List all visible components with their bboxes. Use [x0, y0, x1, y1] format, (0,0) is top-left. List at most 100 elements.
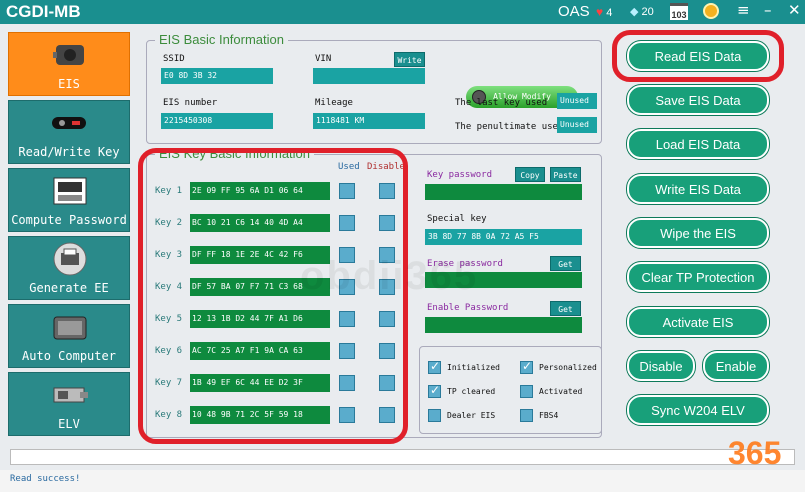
fbs4-label: FBS4: [539, 411, 559, 420]
sidebar-item-auto-computer[interactable]: Auto Computer: [8, 304, 130, 368]
eis-number-label: EIS number: [163, 98, 218, 108]
enable-password-field[interactable]: [425, 317, 582, 333]
oas-label[interactable]: OAS: [558, 3, 590, 20]
eis-basic-title: EIS Basic Information: [155, 32, 288, 47]
key-value-field[interactable]: AC 7C 25 A7 F1 9A CA 63: [190, 342, 330, 360]
key-disable-checkbox[interactable]: [379, 215, 395, 231]
status-bar: [0, 470, 805, 492]
load-eis-data-button[interactable]: Load EIS Data: [627, 129, 769, 159]
disable-button[interactable]: Disable: [627, 351, 695, 381]
key-label: Key 8: [155, 410, 183, 420]
key-label: Key 4: [155, 282, 183, 292]
key-value-field[interactable]: 10 48 9B 71 2C 5F 59 18: [190, 406, 330, 424]
key-disable-checkbox[interactable]: [379, 343, 395, 359]
dealer-eis-checkbox[interactable]: [428, 409, 441, 422]
ssid-label: SSID: [163, 54, 185, 64]
hearts-counter: ♥ 4: [596, 5, 613, 19]
key-password-field[interactable]: [425, 184, 582, 200]
sidebar-item-eis[interactable]: EIS: [8, 32, 130, 96]
keyboard-icon: [50, 175, 90, 207]
vin-label: VIN: [315, 54, 332, 64]
key-password-label: Key password: [427, 170, 493, 180]
copy-button[interactable]: Copy: [515, 167, 545, 182]
key-disable-checkbox[interactable]: [379, 311, 395, 327]
read-eis-data-button[interactable]: Read EIS Data: [627, 41, 769, 71]
wipe-eis-button[interactable]: Wipe the EIS: [627, 218, 769, 248]
close-icon[interactable]: ✕: [788, 1, 801, 19]
key-label: Key 5: [155, 314, 183, 324]
key-used-checkbox[interactable]: [339, 183, 355, 199]
vin-field[interactable]: [313, 68, 425, 84]
penultimate-label: The penultimate used: [455, 122, 564, 132]
eis-key-title: EIS Key Basic Information: [155, 146, 315, 161]
special-key-label: Special key: [427, 214, 487, 224]
progress-field: [10, 449, 795, 465]
title-bar: CGDI-MB OAS ♥ 4 ◆ 20 103 ≡ – ✕: [0, 0, 805, 24]
main-content: EIS Read/Write Key Compute Password Gene…: [0, 24, 805, 492]
ecu-icon: [50, 311, 90, 343]
diamond-icon: ◆: [630, 6, 639, 18]
medal-icon[interactable]: [703, 3, 719, 19]
activated-label: Activated: [539, 387, 583, 396]
key-value-field[interactable]: 1B 49 EF 6C 44 EE D2 3F: [190, 374, 330, 392]
initialized-checkbox[interactable]: [428, 359, 441, 374]
key-value-field[interactable]: 2E 09 FF 95 6A D1 06 64: [190, 182, 330, 200]
elv-icon: [50, 379, 90, 411]
key-used-checkbox[interactable]: [339, 407, 355, 423]
special-key-field[interactable]: 3B 8D 77 8B 0A 72 A5 F5: [425, 229, 582, 245]
key-used-checkbox[interactable]: [339, 343, 355, 359]
key-used-checkbox[interactable]: [339, 375, 355, 391]
app-title: CGDI-MB: [6, 2, 81, 21]
paste-button[interactable]: Paste: [550, 167, 581, 182]
key-disable-checkbox[interactable]: [379, 407, 395, 423]
calendar-icon[interactable]: 103: [670, 3, 688, 20]
diamonds-counter: ◆ 20: [630, 6, 654, 18]
enable-button[interactable]: Enable: [703, 351, 769, 381]
key-label: Key 1: [155, 186, 183, 196]
write-vin-button[interactable]: Write: [394, 52, 425, 67]
key-label: Key 3: [155, 250, 183, 260]
personalized-checkbox[interactable]: [520, 359, 533, 374]
ssid-field[interactable]: E0 8D 3B 32: [161, 68, 273, 84]
key-used-checkbox[interactable]: [339, 311, 355, 327]
activate-eis-button[interactable]: Activate EIS: [627, 307, 769, 337]
key-value-field[interactable]: 12 13 1B D2 44 7F A1 D6: [190, 310, 330, 328]
sync-w204-elv-button[interactable]: Sync W204 ELV: [627, 395, 769, 425]
write-eis-data-button[interactable]: Write EIS Data: [627, 174, 769, 204]
car-key-icon: [50, 107, 90, 139]
status-message: Read success!: [10, 474, 81, 484]
menu-icon[interactable]: ≡: [737, 1, 750, 19]
printer-icon: [50, 242, 90, 276]
eis-number-field[interactable]: 2215450308: [161, 113, 273, 129]
clear-tp-protection-button[interactable]: Clear TP Protection: [627, 262, 769, 292]
save-eis-data-button[interactable]: Save EIS Data: [627, 85, 769, 115]
minimize-icon[interactable]: –: [764, 1, 772, 19]
sidebar-item-elv[interactable]: ELV: [8, 372, 130, 436]
fbs4-checkbox[interactable]: [520, 409, 533, 422]
last-key-field: Unused: [557, 93, 597, 109]
site-logo-icon: 365: [728, 435, 782, 471]
sidebar-item-read-write-key[interactable]: Read/Write Key: [8, 100, 130, 164]
key-used-checkbox[interactable]: [339, 215, 355, 231]
get-enable-password-button[interactable]: Get: [550, 301, 581, 316]
get-erase-password-button[interactable]: Get: [550, 256, 581, 271]
eis-icon: [50, 39, 90, 71]
activated-checkbox[interactable]: [520, 385, 533, 398]
sidebar-item-generate-ee[interactable]: Generate EE: [8, 236, 130, 300]
key-disable-checkbox[interactable]: [379, 183, 395, 199]
heart-icon: ♥: [596, 5, 604, 19]
tp-cleared-checkbox[interactable]: [428, 383, 441, 398]
last-key-label: The last key used: [455, 98, 548, 108]
sidebar-item-compute-password[interactable]: Compute Password: [8, 168, 130, 232]
watermark: obdii365: [300, 254, 479, 298]
used-header: Used: [338, 162, 360, 172]
enable-password-label: Enable Password: [427, 303, 509, 313]
tp-cleared-label: TP cleared: [447, 387, 496, 396]
dealer-eis-label: Dealer EIS: [447, 411, 496, 420]
personalized-label: Personalized: [539, 363, 597, 372]
mileage-label: Mileage: [315, 98, 353, 108]
key-label: Key 6: [155, 346, 183, 356]
key-value-field[interactable]: BC 10 21 C6 14 40 4D A4: [190, 214, 330, 232]
mileage-field[interactable]: 1118481 KM: [313, 113, 425, 129]
key-disable-checkbox[interactable]: [379, 375, 395, 391]
